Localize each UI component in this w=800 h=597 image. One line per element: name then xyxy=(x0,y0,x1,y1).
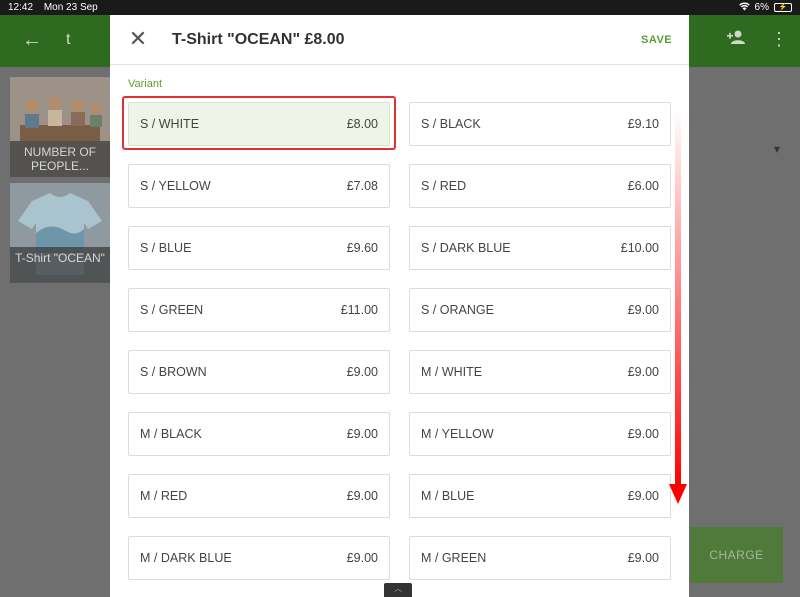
variant-price: £9.00 xyxy=(627,427,659,441)
variant-price: £8.00 xyxy=(346,117,378,131)
variant-name: M / RED xyxy=(140,489,188,503)
product-tile-caption: T-Shirt "OCEAN" xyxy=(10,247,110,283)
product-tile-caption: NUMBER OF PEOPLE... xyxy=(10,141,110,177)
variant-price: £9.10 xyxy=(627,117,659,131)
variant-modal: ✕ T-Shirt "OCEAN" £8.00 SAVE Variant S /… xyxy=(110,15,689,597)
product-tile-tshirt[interactable]: T-Shirt "OCEAN" xyxy=(10,183,110,283)
variant-card[interactable]: S / BLUE £9.60 xyxy=(128,226,390,270)
variant-card[interactable]: M / YELLOW £9.00 xyxy=(409,412,671,456)
variant-card[interactable]: S / GREEN £11.00 xyxy=(128,288,390,332)
variant-name: M / WHITE xyxy=(421,365,483,379)
variant-name: S / GREEN xyxy=(140,303,204,317)
more-options-icon[interactable]: ⋮ xyxy=(770,29,788,50)
variant-name: S / DARK BLUE xyxy=(421,241,511,255)
battery-icon: ⚡ xyxy=(774,3,792,12)
variant-price: £9.00 xyxy=(627,303,659,317)
variant-card[interactable]: S / ORANGE £9.00 xyxy=(409,288,671,332)
dropdown-chevron-icon[interactable]: ▾ xyxy=(690,142,800,164)
variant-price: £9.00 xyxy=(627,489,659,503)
background-title: t xyxy=(66,31,71,48)
variant-name: M / GREEN xyxy=(421,551,487,565)
variant-card[interactable]: M / WHITE £9.00 xyxy=(409,350,671,394)
variant-card[interactable]: S / YELLOW £7.08 xyxy=(128,164,390,208)
variant-name: S / WHITE xyxy=(140,117,200,131)
status-date: Mon 23 Sep xyxy=(43,2,98,13)
variant-card[interactable]: S / WHITE £8.00 xyxy=(128,102,390,146)
variant-name: M / DARK BLUE xyxy=(140,551,232,565)
variant-price: £7.08 xyxy=(346,179,378,193)
variant-name: M / BLACK xyxy=(140,427,202,441)
variant-name: S / ORANGE xyxy=(421,303,494,317)
variant-section-label: Variant xyxy=(128,78,163,90)
variant-price: £9.00 xyxy=(627,365,659,379)
save-button[interactable]: SAVE xyxy=(641,34,672,46)
variant-price: £9.00 xyxy=(627,551,659,565)
back-arrow-icon[interactable]: ← xyxy=(22,29,42,52)
variant-price: £9.00 xyxy=(346,365,378,379)
variant-card[interactable]: S / RED £6.00 xyxy=(409,164,671,208)
variant-price: £9.00 xyxy=(346,427,378,441)
add-customer-icon[interactable] xyxy=(726,29,746,50)
variant-name: S / RED xyxy=(421,179,467,193)
variant-card[interactable]: S / BROWN £9.00 xyxy=(128,350,390,394)
variant-card[interactable]: M / RED £9.00 xyxy=(128,474,390,518)
battery-percent: 6% xyxy=(754,2,769,13)
modal-header: ✕ T-Shirt "OCEAN" £8.00 SAVE xyxy=(110,15,689,65)
product-tile-people[interactable]: NUMBER OF PEOPLE... xyxy=(10,77,110,177)
variant-name: S / BLACK xyxy=(421,117,481,131)
variant-card[interactable]: M / DARK BLUE £9.00 xyxy=(128,536,390,580)
variant-name: S / BROWN xyxy=(140,365,207,379)
variant-card[interactable]: M / BLACK £9.00 xyxy=(128,412,390,456)
variant-price: £9.00 xyxy=(346,489,378,503)
status-time: 12:42 xyxy=(8,2,34,13)
variant-card[interactable]: M / GREEN £9.00 xyxy=(409,536,671,580)
variant-name: M / YELLOW xyxy=(421,427,494,441)
variant-price: £6.00 xyxy=(627,179,659,193)
variant-name: S / YELLOW xyxy=(140,179,211,193)
charge-button[interactable]: CHARGE xyxy=(690,527,783,583)
modal-title: T-Shirt "OCEAN" £8.00 xyxy=(172,31,345,48)
variant-price: £9.00 xyxy=(346,551,378,565)
wifi-icon xyxy=(738,2,750,14)
variant-price: £10.00 xyxy=(620,241,659,255)
variant-name: M / BLUE xyxy=(421,489,475,503)
variant-card[interactable]: S / DARK BLUE £10.00 xyxy=(409,226,671,270)
drag-handle-icon[interactable]: ︿ xyxy=(384,583,412,597)
variant-name: S / BLUE xyxy=(140,241,192,255)
variant-price: £11.00 xyxy=(340,303,378,317)
close-icon[interactable]: ✕ xyxy=(128,28,148,50)
variant-card[interactable]: S / BLACK £9.10 xyxy=(409,102,671,146)
variant-card[interactable]: M / BLUE £9.00 xyxy=(409,474,671,518)
status-bar: 12:42 Mon 23 Sep 6% ⚡ xyxy=(0,0,800,15)
variant-price: £9.60 xyxy=(346,241,378,255)
